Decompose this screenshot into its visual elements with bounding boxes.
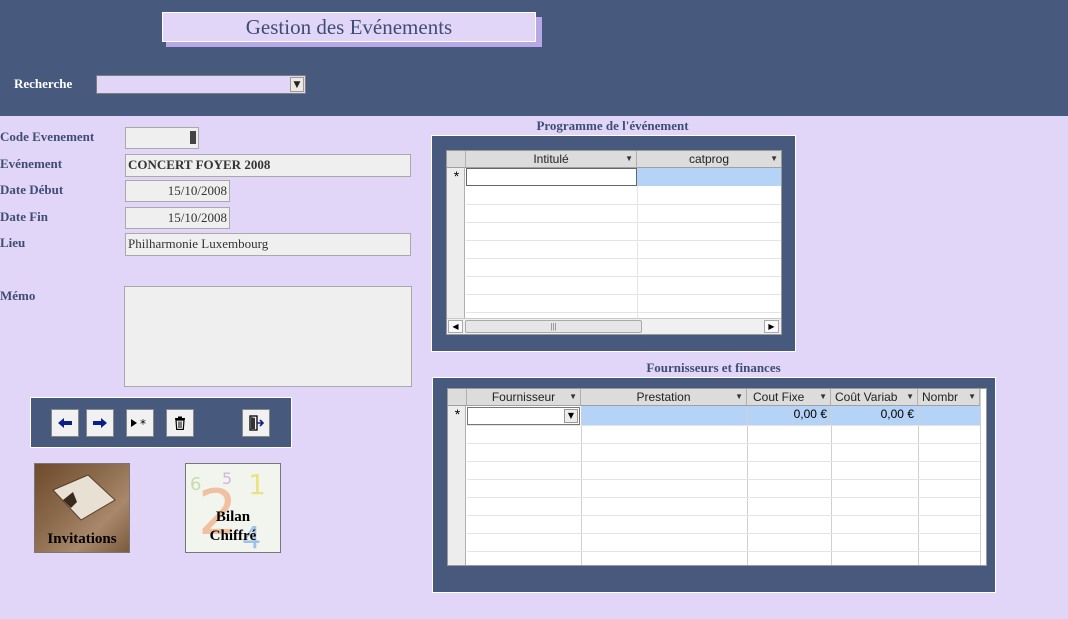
grid-line <box>747 406 748 565</box>
programme-panel: Intitulé ▼ catprog ▼ * ◀ ||| ▶ <box>431 135 796 352</box>
fournisseurs-title: Fournisseurs et finances <box>646 360 781 375</box>
svg-text:*: * <box>140 417 146 429</box>
navigation-panel: * <box>30 397 292 448</box>
record-selector-column <box>447 168 465 318</box>
grid-line <box>467 515 980 516</box>
column-header-intitule[interactable]: Intitulé ▼ <box>466 151 637 168</box>
trash-icon <box>175 416 185 430</box>
grid-line <box>466 240 781 241</box>
search-select[interactable]: ▼ <box>96 75 306 94</box>
horizontal-scrollbar[interactable]: ◀ ||| ▶ <box>447 318 781 334</box>
column-header-cout-variable[interactable]: Coût Variab ▼ <box>831 389 918 406</box>
dropdown-icon: ▼ <box>819 392 827 401</box>
new-record-marker: * <box>453 168 460 184</box>
start-date-label: Date Début <box>0 182 64 197</box>
svg-text:6: 6 <box>190 474 201 495</box>
place-label: Lieu <box>0 235 26 250</box>
event-field[interactable]: CONCERT FOYER 2008 <box>125 154 411 177</box>
grid-corner <box>448 389 467 406</box>
grid-line <box>466 258 781 259</box>
cout-fixe-cell[interactable]: 0,00 € <box>747 406 831 425</box>
grid-corner <box>447 151 466 168</box>
place-field[interactable]: Philharmonie Luxembourg <box>125 233 411 256</box>
next-record-button[interactable] <box>86 409 114 437</box>
column-header-prestation[interactable]: Prestation ▼ <box>581 389 747 406</box>
grid-line <box>466 294 781 295</box>
search-label: Recherche <box>14 76 73 91</box>
dropdown-icon: ▼ <box>968 392 976 401</box>
code-label: Code Evenement <box>0 129 95 144</box>
grid-line <box>466 222 781 223</box>
dropdown-icon: ▼ <box>625 154 633 163</box>
grid-line <box>466 312 781 313</box>
catprog-cell[interactable] <box>637 168 781 186</box>
fournisseurs-grid[interactable]: Fournisseur ▼ Prestation ▼ Cout Fixe ▼ Coût… <box>447 388 987 566</box>
grid-line <box>980 389 981 565</box>
grid-line <box>637 186 638 318</box>
grid-line <box>918 406 919 565</box>
new-record-button[interactable]: * <box>126 409 154 437</box>
grid-line <box>467 533 980 534</box>
grid-line <box>581 406 582 565</box>
envelope-image <box>52 474 116 521</box>
start-date-field[interactable]: 15/10/2008 <box>125 180 230 202</box>
dropdown-icon: ▼ <box>735 392 743 401</box>
programme-grid[interactable]: Intitulé ▼ catprog ▼ * ◀ ||| ▶ <box>446 150 782 335</box>
dropdown-icon: ▼ <box>906 392 914 401</box>
grid-line <box>467 497 980 498</box>
memo-label: Mémo <box>0 288 36 303</box>
scroll-left-icon[interactable]: ◀ <box>448 320 463 333</box>
grid-line <box>467 461 980 462</box>
previous-record-button[interactable] <box>51 409 79 437</box>
dropdown-icon: ▼ <box>770 154 778 163</box>
delete-record-button[interactable] <box>166 409 194 437</box>
column-header-fournisseur[interactable]: Fournisseur ▼ <box>467 389 581 406</box>
column-header-nombre[interactable]: Nombr ▼ <box>918 389 980 406</box>
bilan-label: Bilan <box>215 509 251 525</box>
bilan-chiffre-button[interactable]: 2 1 4 6 5 Bilan Chiffré <box>185 463 281 553</box>
programme-title: Programme de l'événement <box>536 118 689 133</box>
svg-text:5: 5 <box>222 469 232 488</box>
svg-text:1: 1 <box>248 468 266 501</box>
column-header-catprog[interactable]: catprog ▼ <box>637 151 781 168</box>
grid-line <box>467 443 980 444</box>
page-title: Gestion des Evénements <box>162 12 536 42</box>
grid-line <box>467 425 980 426</box>
scroll-right-icon[interactable]: ▶ <box>764 320 779 333</box>
arrow-right-icon <box>93 418 107 428</box>
arrow-left-icon <box>58 418 72 428</box>
memo-field[interactable] <box>124 286 412 387</box>
grid-line <box>467 551 980 552</box>
grid-line <box>466 276 781 277</box>
grid-line <box>466 204 781 205</box>
cout-variable-cell[interactable]: 0,00 € <box>831 406 918 425</box>
intitule-cell[interactable] <box>466 168 637 186</box>
fournisseurs-panel: Fournisseur ▼ Prestation ▼ Cout Fixe ▼ Coût… <box>432 377 996 593</box>
chevron-down-icon[interactable]: ▼ <box>564 409 578 423</box>
scroll-thumb[interactable]: ||| <box>465 320 642 333</box>
invitations-button[interactable]: Invitations <box>34 463 130 553</box>
end-date-label: Date Fin <box>0 209 49 224</box>
grid-line <box>467 479 980 480</box>
chiffre-label: Chiffré <box>209 528 257 544</box>
new-record-marker: * <box>454 406 461 422</box>
column-header-cout-fixe[interactable]: Cout Fixe ▼ <box>747 389 831 406</box>
code-field[interactable] <box>125 127 199 149</box>
cursor-marker <box>190 131 196 144</box>
invitations-label: Invitations <box>47 531 117 547</box>
close-form-button[interactable] <box>242 409 270 437</box>
record-selector-column <box>448 406 466 565</box>
dropdown-icon: ▼ <box>569 392 577 401</box>
grid-line <box>831 406 832 565</box>
chevron-down-icon[interactable]: ▼ <box>290 77 304 92</box>
new-record-icon: * <box>131 417 146 429</box>
event-label: Evénement <box>0 156 63 171</box>
fournisseur-combo[interactable]: ▼ <box>467 407 580 425</box>
end-date-field[interactable]: 15/10/2008 <box>125 207 230 229</box>
exit-door-icon <box>249 415 264 431</box>
